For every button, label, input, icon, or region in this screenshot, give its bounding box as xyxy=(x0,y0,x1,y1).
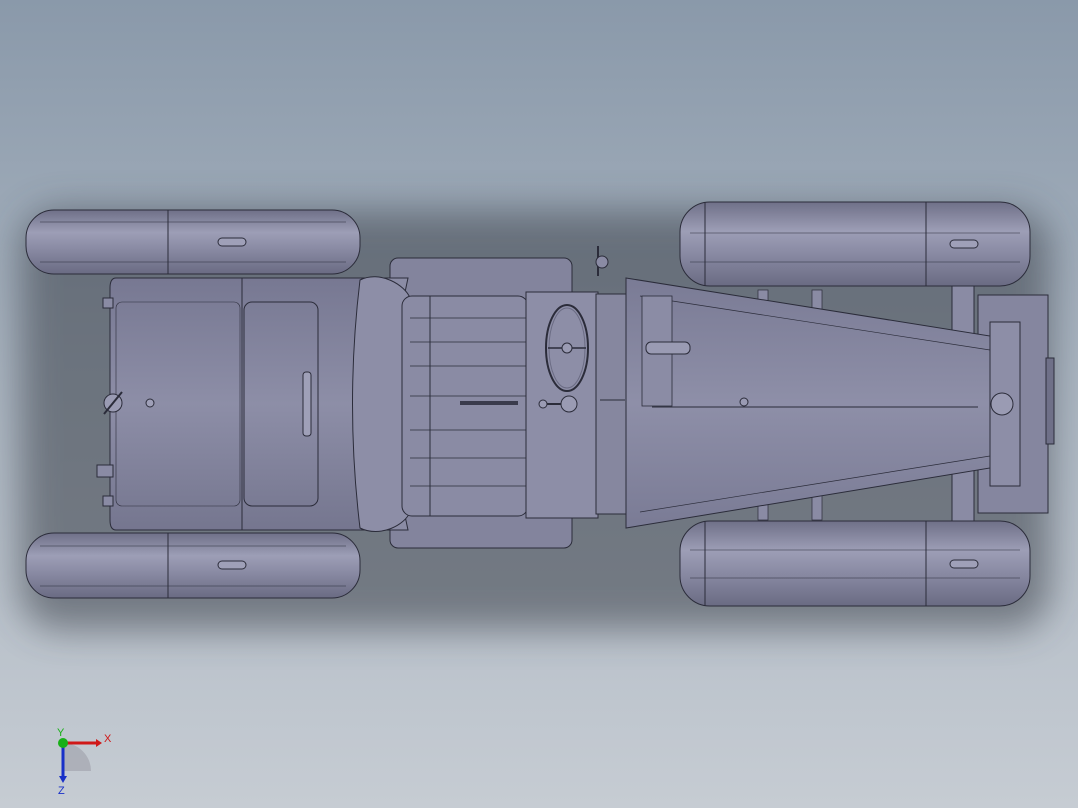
rear-body[interactable] xyxy=(96,277,363,531)
z-axis-label: Z xyxy=(58,785,65,797)
rear-right-tire[interactable] xyxy=(25,532,361,599)
front-right-tire[interactable] xyxy=(679,520,1031,607)
rear-left-tire[interactable] xyxy=(25,209,361,275)
y-axis-label: Y xyxy=(57,728,65,739)
graphics-viewport[interactable]: X Y Z xyxy=(0,0,1078,808)
orientation-triad[interactable]: X Y Z xyxy=(44,728,124,798)
front-left-tire[interactable] xyxy=(679,201,1031,287)
x-axis-label: X xyxy=(104,733,112,745)
seat-bench[interactable] xyxy=(401,295,529,517)
car-model[interactable] xyxy=(0,0,1078,808)
y-axis-dot xyxy=(58,738,68,748)
